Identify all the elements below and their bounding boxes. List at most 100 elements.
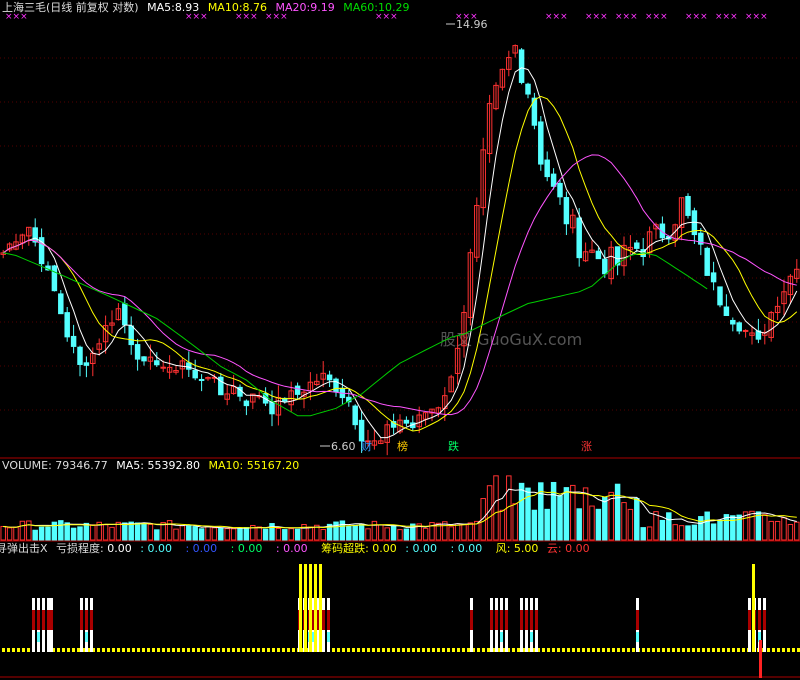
indicator-yellow-spike [309, 564, 312, 652]
indicator-baseline-tick [547, 648, 550, 652]
indicator-baseline-tick [442, 648, 445, 652]
indicator-baseline-tick [262, 648, 265, 652]
volume-bar [13, 526, 19, 541]
indicator-baseline-tick [622, 648, 625, 652]
indicator-baseline-tick [167, 648, 170, 652]
indicator-red-bar [495, 610, 498, 630]
candlestick-series[interactable] [0, 44, 800, 456]
candle-body [32, 227, 38, 243]
indicator-baseline-tick [157, 648, 160, 652]
indicator-baseline-tick [477, 648, 480, 652]
indicator-baseline-tick [77, 648, 80, 652]
volume-bar [602, 496, 608, 541]
indicator-baseline-tick [102, 648, 105, 652]
indicator-baseline-tick [142, 648, 145, 652]
indicator-baseline-tick [187, 648, 190, 652]
indicator-baseline-tick [487, 648, 490, 652]
volume-bar [774, 520, 781, 541]
volume-bar [19, 520, 26, 541]
indicator-baseline-tick [397, 648, 400, 652]
volume-bar [218, 527, 224, 541]
indicator-baseline-tick [252, 648, 255, 652]
indicator-baseline-tick [677, 648, 680, 652]
indicator-red-bar [37, 610, 40, 630]
low-price-label: 6.60 [331, 440, 356, 453]
volume-bar [544, 508, 550, 541]
volume-bar [448, 526, 454, 541]
event-tag-list[interactable]: 榜 [396, 441, 409, 453]
volume-bar [653, 511, 659, 541]
indicator-baseline-tick [62, 648, 65, 652]
indicator-red-bar [322, 610, 325, 630]
indicator-value-3: : 0.00 [185, 542, 218, 555]
volume-bar [659, 519, 666, 541]
volume-bar [390, 525, 397, 541]
high-price-label: 14.96 [456, 18, 488, 31]
indicator-baseline-tick [792, 648, 795, 652]
volume-bar [461, 524, 467, 541]
x-marker: ××× [645, 12, 668, 22]
indicator-yellow-spike [319, 564, 322, 652]
candle-body [550, 173, 557, 187]
indicator-red-bar [470, 610, 473, 630]
indicator-baseline-tick [717, 648, 720, 652]
indicator-baseline-tick [282, 648, 285, 652]
indicator-baseline-tick [267, 648, 270, 652]
indicator-baseline-tick [382, 648, 385, 652]
event-tag-drop[interactable]: 跌 [447, 441, 460, 453]
indicator-baseline-tick [292, 648, 295, 652]
candle-body [704, 247, 710, 276]
volume-bar [224, 528, 230, 541]
x-marker: ××× [715, 12, 738, 22]
event-tag-finance[interactable]: 财 [360, 441, 373, 453]
volume-bar [320, 528, 326, 541]
indicator-baseline-tick [227, 648, 230, 652]
volume-panel-header: VOLUME: 79346.77 MA5: 55392.80 MA10: 551… [2, 460, 304, 472]
indicator-red-bar [530, 610, 533, 630]
indicator-yellow-spike [314, 564, 317, 652]
candle-body [723, 306, 730, 316]
indicator-value-4: : 0.00 [230, 542, 263, 555]
indicator-v4: 0.00 [237, 542, 263, 555]
volume-bar [64, 522, 70, 541]
indicator-baseline-tick [607, 648, 610, 652]
volume-bar [147, 523, 154, 541]
indicator-baseline-tick [107, 648, 110, 652]
indicator-red-bar [32, 610, 35, 630]
indicator-baseline-tick [257, 648, 260, 652]
volume-bars[interactable] [0, 475, 800, 541]
indicator-bars[interactable] [2, 564, 800, 678]
ma5-label: MA5: [147, 1, 175, 14]
wind-label: 风: [495, 542, 511, 555]
volume-bar [563, 487, 570, 541]
indicator-baseline-tick [222, 648, 225, 652]
candle-body [736, 322, 742, 332]
indicator-baseline-tick [592, 648, 595, 652]
candle-body [128, 325, 134, 346]
stock-name[interactable]: 上海三毛 [2, 1, 46, 14]
indicator-baseline-tick [22, 648, 25, 652]
candle-body [525, 83, 531, 95]
candle-body [51, 265, 58, 292]
moving-average-lines [2, 67, 798, 439]
indicator-baseline-tick [597, 648, 600, 652]
volume-bar [397, 529, 403, 541]
volume-bar [627, 508, 634, 541]
low-price-annotation: 6.60 [320, 440, 356, 453]
stock-chart[interactable]: 股叉 GuoGuX.com ××× ××× ××× ××× ××× ××× ××× ××× ××… [0, 0, 800, 680]
volume-bar [32, 529, 38, 541]
volume-bar [499, 509, 506, 541]
indicator-red-bar [505, 610, 508, 630]
volume-bar [781, 517, 787, 541]
indicator-name[interactable]: 寻弹出击X [0, 542, 48, 555]
volume-bar [691, 524, 698, 541]
indicator-baseline-tick [662, 648, 665, 652]
indicator-v5: 0.00 [283, 542, 308, 555]
indicator-red-bar [85, 610, 88, 630]
event-tag-rise[interactable]: 涨 [580, 441, 593, 453]
indicator-baseline-tick [572, 648, 575, 652]
indicator-baseline-tick [562, 648, 565, 652]
volume-bar [518, 482, 525, 541]
indicator-baseline-tick [57, 648, 60, 652]
price-grid [0, 57, 800, 411]
